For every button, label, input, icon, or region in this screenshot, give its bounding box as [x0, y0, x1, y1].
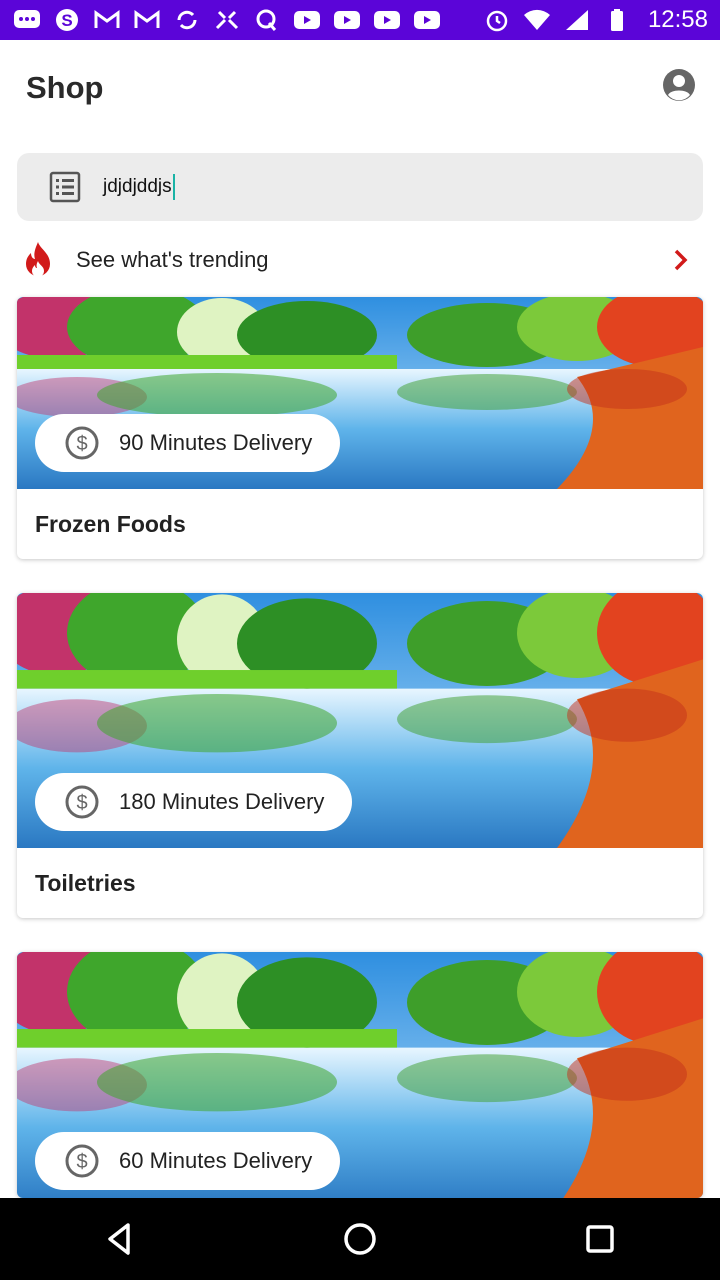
gmail-icon [132, 7, 162, 33]
dollar-icon: $ [65, 426, 99, 460]
sync-icon [172, 7, 202, 33]
category-card[interactable]: $ 60 Minutes Delivery [17, 952, 703, 1198]
quora-icon [252, 7, 282, 33]
svg-text:S: S [61, 11, 72, 30]
category-title: Frozen Foods [35, 510, 186, 537]
youtube-icon [292, 7, 322, 33]
search-value-text: jdjdjddjs [103, 176, 172, 198]
text-caret [172, 174, 175, 200]
trending-row[interactable]: See what's trending [0, 230, 720, 290]
home-circle-icon[interactable] [330, 1209, 390, 1269]
youtube-icon [332, 7, 362, 33]
gmail-icon [92, 7, 122, 33]
list-icon [49, 171, 81, 203]
system-nav-bar [0, 1198, 720, 1280]
status-bar: S 12:58 [0, 0, 720, 40]
category-card[interactable]: $ 180 Minutes Delivery Toiletries [17, 593, 703, 918]
category-image: $ 180 Minutes Delivery [17, 593, 703, 848]
battery-icon [602, 7, 632, 33]
message-icon [12, 7, 42, 33]
delivery-badge: $ 180 Minutes Delivery [35, 773, 353, 831]
back-triangle-icon[interactable] [90, 1209, 150, 1269]
search-value: jdjdjddjs [103, 174, 175, 200]
delivery-badge: $ 60 Minutes Delivery [35, 1132, 341, 1190]
page-title: Shop [26, 70, 104, 105]
app-bar: Shop [0, 40, 720, 136]
trending-label: See what's trending [76, 247, 269, 272]
search-input[interactable]: jdjdjddjs [17, 153, 703, 221]
svg-text:$: $ [76, 1151, 87, 1173]
svg-text:$: $ [76, 792, 87, 814]
dollar-icon: $ [65, 785, 99, 819]
svg-text:$: $ [76, 433, 87, 455]
category-image: $ 90 Minutes Delivery [17, 297, 703, 489]
alarm-icon [482, 7, 512, 33]
delivery-text: 90 Minutes Delivery [119, 430, 313, 455]
delivery-badge: $ 90 Minutes Delivery [35, 414, 341, 472]
fire-icon [22, 241, 54, 279]
system-icons: 12:58 [482, 6, 708, 34]
youtube-icon [372, 7, 402, 33]
signal-icon [562, 7, 592, 33]
chevron-right-icon [670, 248, 692, 272]
recents-square-icon[interactable] [570, 1209, 630, 1269]
category-image: $ 60 Minutes Delivery [17, 952, 703, 1198]
wifi-icon [522, 7, 552, 33]
account-circle-icon[interactable] [662, 68, 696, 102]
youtube-icon [412, 7, 442, 33]
notification-icons: S [12, 7, 442, 33]
category-title: Toiletries [35, 869, 136, 896]
delivery-text: 180 Minutes Delivery [119, 789, 325, 814]
status-time: 12:58 [647, 6, 708, 33]
skype-icon: S [52, 7, 82, 33]
dollar-icon: $ [65, 1144, 99, 1178]
delivery-text: 60 Minutes Delivery [119, 1148, 313, 1173]
category-card[interactable]: $ 90 Minutes Delivery Frozen Foods [17, 297, 703, 559]
tools-icon [212, 7, 242, 33]
